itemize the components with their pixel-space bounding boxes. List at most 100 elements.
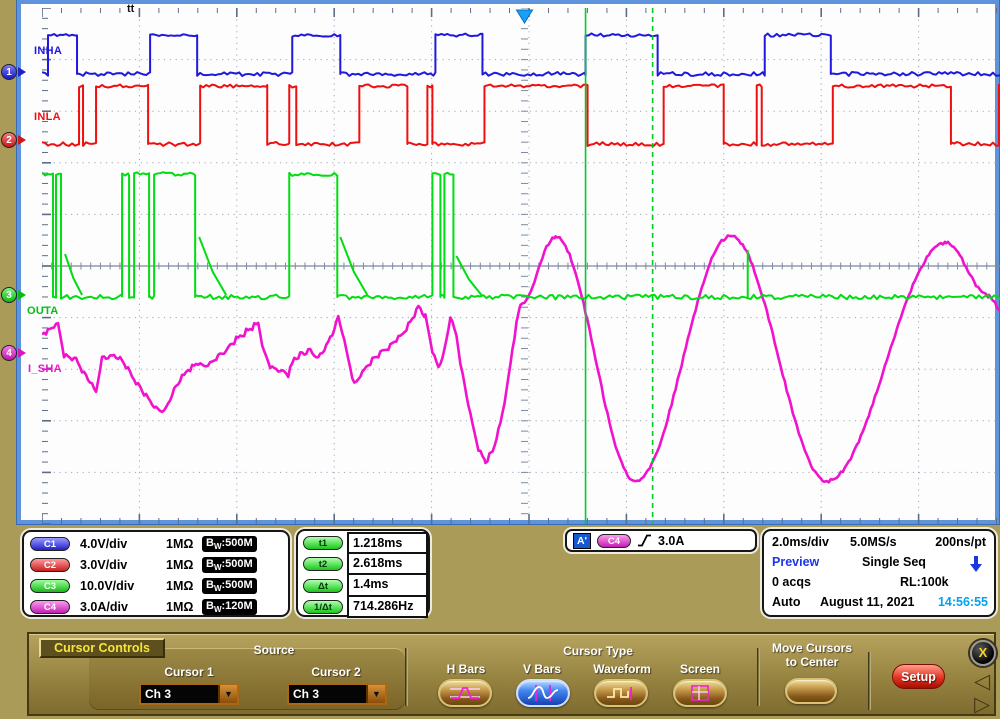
t2-value: 2.618ms [347,554,428,576]
acq-count: 0 acqs [772,575,811,589]
run-stop-arrow-icon [970,556,982,573]
time: 14:56:55 [938,595,988,609]
vbars-label: V Bars [502,662,582,676]
channel2-impedance: 1MΩ [166,558,202,572]
t1-value: 1.218ms [347,532,428,554]
waveform-cursor-icon [605,685,637,701]
cursor-freq-row: 1/Δt 714.286Hz [298,597,428,619]
trigger-status-panel: A' C4 3.0A [565,529,757,552]
tekscope-app: { "scope": { "tt_marker": "tt", "center_… [0,0,1000,719]
trigger-t-marker: tt [127,3,134,15]
divider [868,652,871,710]
channel1-badge[interactable]: C1 [30,537,70,551]
acq-row-timebase: 2.0ms/div 5.0MS/s 200ns/pt [764,535,994,555]
hbars-label: H Bars [426,662,506,676]
date: August 11, 2021 [820,595,915,609]
screen-button[interactable] [673,679,727,707]
chann3-impedance: 1MΩ [166,579,202,593]
channel1-bandwidth: BW:500M [202,536,257,552]
panel-title-tab: Cursor Controls [39,638,165,658]
cursor-controls-bar: Cursor Controls Source Cursor 1 Cursor 2… [27,632,996,716]
channel3-scale: 10.0V/div [80,579,166,593]
waveform-display[interactable] [42,8,1000,524]
move-cursors-label-line1: Move Cursors [762,641,862,655]
channel4-impedance: 1MΩ [166,600,202,614]
channel1-arrow-icon [18,67,26,77]
channel4-bandwidth: BW:120M [202,599,257,615]
divider [405,648,408,706]
cursor-readout-panel: t1 1.218ms t2 2.618ms Δt 1.4ms 1/Δt 714.… [296,529,430,617]
channel2-marker[interactable]: 2 [1,132,31,149]
channel2-arrow-icon [18,135,26,145]
channel-label-inla: INLA [34,111,61,123]
channel2-bandwidth: BW:500M [202,557,257,573]
cursor1-source-value: Ch 3 [141,685,218,703]
acq-mode: Single Seq [862,555,926,569]
channel4-marker[interactable]: 4 [1,345,31,362]
screen-label: Screen [660,662,740,676]
channel4-scale: 3.0A/div [80,600,166,614]
cursor2-label: Cursor 2 [291,665,381,679]
channel-label-outa: OUTA [27,305,59,317]
channel3-arrow-icon [18,290,26,300]
channel2-scale: 3.0V/div [80,558,166,572]
trigger-a-badge: A' [573,533,591,549]
resolution: 200ns/pt [935,535,986,549]
channel2-badge[interactable]: C2 [30,558,70,572]
cursor-dt-row: Δt 1.4ms [298,575,428,597]
channel4-settings-row: C4 3.0A/div 1MΩ BW:120M [24,596,288,617]
preview-status: Preview [772,555,819,569]
dt-label: Δt [303,579,343,593]
channel2-settings-row: C2 3.0V/div 1MΩ BW:500M [24,554,288,575]
cursor2-dropdown-arrow[interactable]: ▼ [366,685,385,703]
close-button[interactable]: X [970,640,996,666]
channel-label-inha: INHA [34,45,62,57]
record-length: RL:100k [900,575,949,589]
channel3-bandwidth: BW:500M [202,578,257,594]
channel4-badge[interactable]: C4 [30,600,70,614]
cursor-type-label: Cursor Type [538,644,658,658]
acq-row-count: 0 acqs RL:100k [764,575,994,595]
trigger-mode: Auto [772,595,800,609]
divider [757,648,760,706]
cursor-t2-row: t2 2.618ms [298,554,428,576]
scope-display: tt INHA INLA OUTA I_SHA [17,0,999,524]
cursor1-source-select[interactable]: Ch 3 ▼ [139,683,239,705]
cursor1-dropdown-arrow[interactable]: ▼ [218,685,237,703]
channel1-impedance: 1MΩ [166,537,202,551]
cursor-t1-row: t1 1.218ms [298,532,428,554]
dt-value: 1.4ms [347,575,428,597]
cursor2-source-value: Ch 3 [289,685,366,703]
channel4-arrow-icon [18,348,26,358]
acq-row-mode: Preview Single Seq [764,555,994,575]
move-cursors-label-line2: to Center [762,655,862,669]
cursor1-label: Cursor 1 [144,665,234,679]
channel3-settings-row: C3 10.0V/div 1MΩ BW:500M [24,575,288,596]
waveform-label: Waveform [582,662,662,676]
inv-dt-value: 714.286Hz [347,597,428,619]
acq-row-datetime: Auto August 11, 2021 14:56:55 [764,595,994,615]
timebase: 2.0ms/div [772,535,829,549]
t2-label: t2 [303,557,343,571]
hbars-icon [449,685,481,701]
setup-button[interactable]: Setup [892,664,945,689]
inv-dt-label: 1/Δt [303,600,343,614]
move-cursors-button[interactable] [785,678,837,704]
trigger-level: 3.0A [658,534,684,548]
sample-rate: 5.0MS/s [850,535,897,549]
rising-edge-icon [637,533,652,548]
t1-label: t1 [303,536,343,550]
channel1-marker[interactable]: 1 [1,64,31,81]
nav-left-icon[interactable]: ◁ [974,671,990,692]
waveform-button[interactable] [594,679,648,707]
vbars-button[interactable] [516,679,570,707]
channel3-marker[interactable]: 3 [1,287,31,304]
cursor2-source-select[interactable]: Ch 3 ▼ [287,683,387,705]
screen-cursor-icon [690,684,710,702]
nav-right-icon[interactable]: ▷ [974,694,990,715]
channel3-badge[interactable]: C3 [30,579,70,593]
acquisition-panel: 2.0ms/div 5.0MS/s 200ns/pt Preview Singl… [762,529,996,617]
hbars-button[interactable] [438,679,492,707]
channel1-scale: 4.0V/div [80,537,166,551]
trigger-source-badge[interactable]: C4 [597,534,631,548]
